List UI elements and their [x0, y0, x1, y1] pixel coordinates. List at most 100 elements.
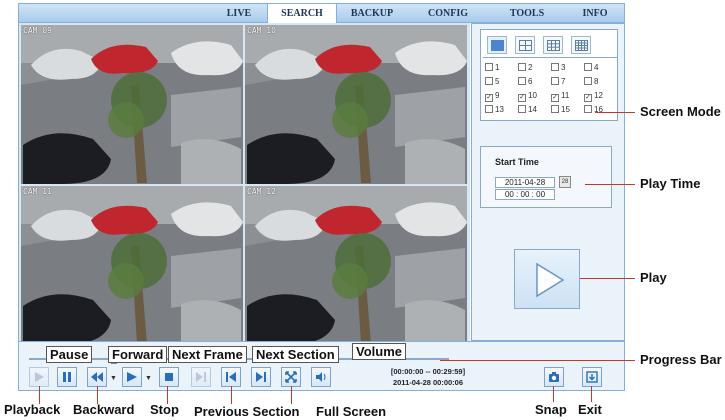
- checkbox-box[interactable]: [518, 105, 526, 113]
- sixteen-view-icon: [575, 40, 588, 51]
- previous-section-button[interactable]: [221, 367, 241, 387]
- channel-number: 8: [594, 77, 599, 86]
- playback-label: Playback: [4, 402, 61, 417]
- mode-1x1-button[interactable]: [487, 36, 507, 54]
- forward-icon: [127, 372, 137, 382]
- checkbox-box[interactable]: [584, 105, 592, 113]
- checkbox-box[interactable]: [584, 77, 592, 85]
- channel-checkbox[interactable]: 15: [549, 104, 582, 118]
- stop-button[interactable]: [159, 367, 179, 387]
- channel-checkbox[interactable]: 13: [483, 104, 516, 118]
- channel-checkbox[interactable]: ✓ 9: [483, 90, 516, 104]
- camera-label: CAM 09: [23, 26, 52, 35]
- play-icon: [35, 372, 44, 382]
- volume-label: Volume: [352, 343, 406, 360]
- forward-speed-dropdown[interactable]: ▼: [145, 375, 152, 382]
- channel-number: 4: [594, 63, 599, 72]
- calendar-button[interactable]: 28: [559, 176, 571, 188]
- checkbox-box[interactable]: [518, 63, 526, 71]
- checkbox-box[interactable]: ✓: [551, 94, 559, 102]
- tab-config[interactable]: CONFIG: [415, 4, 481, 23]
- next-frame-label: Next Frame: [168, 346, 247, 363]
- channel-checkbox[interactable]: ✓ 10: [516, 90, 549, 104]
- channel-checkbox[interactable]: 4: [582, 62, 615, 76]
- start-time-title: Start Time: [495, 157, 539, 167]
- camera-feed-image: [245, 186, 467, 345]
- playback-button[interactable]: [29, 367, 49, 387]
- mode-2x2-button[interactable]: [515, 36, 535, 54]
- checkbox-box[interactable]: [551, 105, 559, 113]
- checkbox-box[interactable]: [485, 63, 493, 71]
- checkbox-box[interactable]: [485, 77, 493, 85]
- tab-live[interactable]: LIVE: [209, 4, 269, 23]
- mode-4x4-button[interactable]: [571, 36, 591, 54]
- checkbox-box[interactable]: [485, 105, 493, 113]
- tab-backup[interactable]: BACKUP: [339, 4, 405, 23]
- channel-number: 10: [528, 91, 537, 100]
- full-screen-leader: [291, 386, 292, 404]
- next-frame-icon: [196, 372, 206, 382]
- checkbox-box[interactable]: [551, 63, 559, 71]
- full-screen-button[interactable]: [281, 367, 301, 387]
- previous-section-leader: [231, 386, 232, 404]
- tab-info[interactable]: INFO: [569, 4, 621, 23]
- nine-view-icon: [547, 40, 560, 51]
- channel-checkbox[interactable]: 8: [582, 76, 615, 90]
- camera-view-3[interactable]: CAM 11: [21, 186, 243, 345]
- side-panel: 1 2 3 4 5 6 7 8 ✓ 9 ✓ 10 ✓ 11 ✓ 12 13 14 15 16 Start Time 2…: [471, 23, 625, 341]
- volume-button[interactable]: [311, 367, 331, 387]
- channel-checkbox[interactable]: ✓ 12: [582, 90, 615, 104]
- checkbox-box[interactable]: ✓: [518, 94, 526, 102]
- channel-checkbox[interactable]: 6: [516, 76, 549, 90]
- play-button[interactable]: [514, 249, 580, 309]
- pause-label: Pause: [46, 346, 93, 363]
- next-frame-button[interactable]: [191, 367, 211, 387]
- checkbox-box[interactable]: ✓: [485, 94, 493, 102]
- screen-mode-box: 1 2 3 4 5 6 7 8 ✓ 9 ✓ 10 ✓ 11 ✓ 12 13 14 15 16: [480, 29, 618, 121]
- channel-checkbox[interactable]: 3: [549, 62, 582, 76]
- stop-icon: [165, 373, 173, 381]
- camera-view-1[interactable]: CAM 09: [21, 25, 243, 184]
- single-view-icon: [491, 40, 504, 51]
- channel-checkbox[interactable]: 7: [549, 76, 582, 90]
- backward-button[interactable]: [87, 367, 107, 387]
- play-time-label: Play Time: [640, 176, 701, 191]
- start-time-field[interactable]: 00 : 00 : 00: [495, 189, 555, 200]
- tab-tools[interactable]: TOOLS: [497, 4, 557, 23]
- checkbox-box[interactable]: [584, 63, 592, 71]
- forward-button[interactable]: [122, 367, 142, 387]
- channel-number: 1: [495, 63, 500, 72]
- stop-label: Stop: [150, 402, 179, 417]
- screen-mode-label: Screen Mode: [640, 104, 721, 119]
- next-section-button[interactable]: [251, 367, 271, 387]
- channel-checkbox[interactable]: 5: [483, 76, 516, 90]
- quad-view-icon: [519, 40, 532, 51]
- channel-number: 14: [528, 105, 537, 114]
- channel-number: 12: [594, 91, 603, 100]
- channel-number: 9: [495, 91, 500, 100]
- camera-view-2[interactable]: CAM 10: [245, 25, 467, 184]
- checkbox-box[interactable]: [551, 77, 559, 85]
- channel-checkbox[interactable]: 14: [516, 104, 549, 118]
- tab-search[interactable]: SEARCH: [267, 4, 337, 24]
- start-date-field[interactable]: 2011-04-28: [495, 177, 555, 188]
- channel-checkbox[interactable]: 16: [582, 104, 615, 118]
- exit-leader: [591, 386, 592, 402]
- checkbox-box[interactable]: [518, 77, 526, 85]
- speaker-icon: [316, 372, 326, 382]
- exit-button[interactable]: [582, 367, 602, 387]
- screen-mode-tabs: [483, 32, 617, 58]
- checkbox-box[interactable]: ✓: [584, 94, 592, 102]
- camera-view-4[interactable]: CAM 12: [245, 186, 467, 345]
- channel-checkbox[interactable]: ✓ 11: [549, 90, 582, 104]
- channel-checkbox[interactable]: 1: [483, 62, 516, 76]
- camera-feed-image: [245, 25, 467, 184]
- mode-3x3-button[interactable]: [543, 36, 563, 54]
- camera-label: CAM 11: [23, 187, 52, 196]
- pause-icon: [63, 372, 71, 382]
- top-nav: LIVE SEARCH BACKUP CONFIG TOOLS INFO: [18, 3, 625, 24]
- channel-checkbox[interactable]: 2: [516, 62, 549, 76]
- backward-speed-dropdown[interactable]: ▼: [110, 375, 117, 382]
- snap-button[interactable]: [544, 367, 564, 387]
- pause-button[interactable]: [57, 367, 77, 387]
